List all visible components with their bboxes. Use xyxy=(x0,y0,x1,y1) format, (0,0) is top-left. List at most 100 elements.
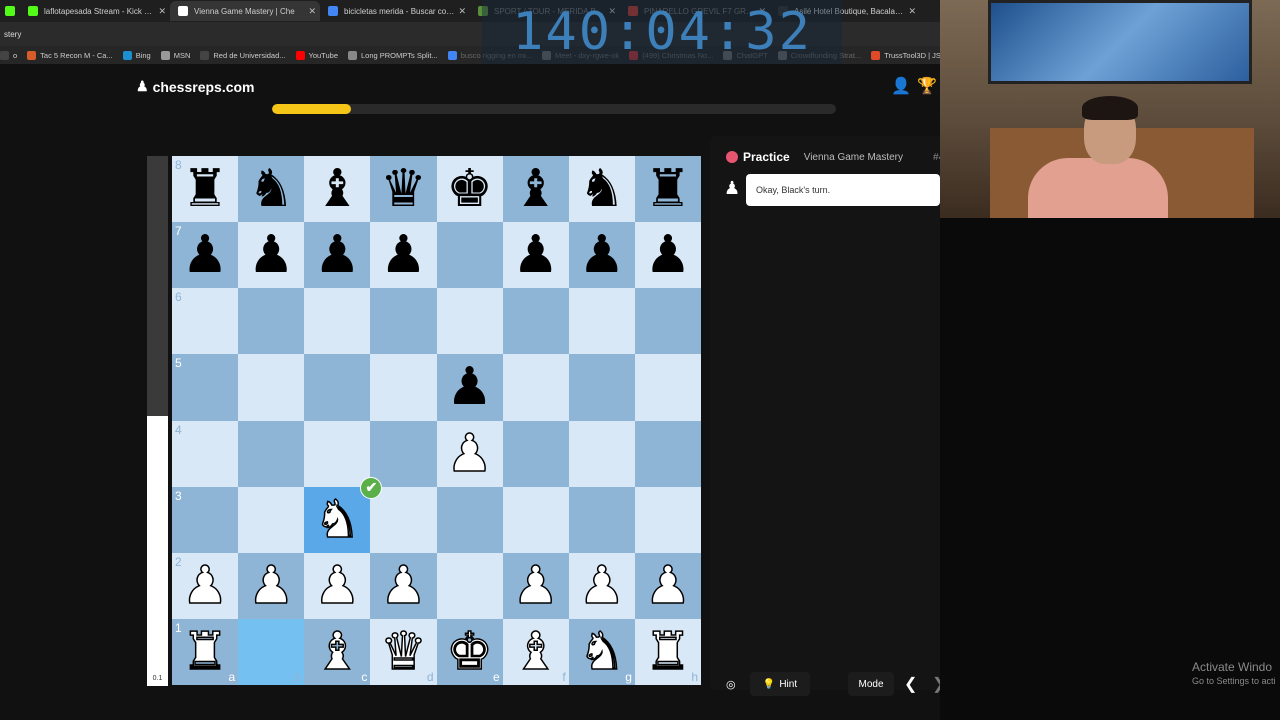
browser-tab[interactable]: laflotapesada Stream - Kick Dashb✕ xyxy=(20,1,170,21)
square-e6[interactable] xyxy=(436,288,503,355)
square-a8[interactable]: 8 ♜ xyxy=(172,156,239,223)
square-e8[interactable]: ♚ xyxy=(436,156,503,223)
previous-move-icon[interactable]: ❮ xyxy=(904,674,917,694)
black-pawn-icon[interactable]: ♟ xyxy=(645,229,692,281)
square-a4[interactable]: 4 xyxy=(172,420,239,487)
bookmark-item[interactable]: Bing xyxy=(122,50,151,60)
square-f7[interactable]: ♟ xyxy=(502,222,569,289)
square-c6[interactable] xyxy=(304,288,371,355)
square-g2[interactable]: ♟ xyxy=(568,552,635,619)
square-b1[interactable]: b xyxy=(238,618,305,685)
tab-close-icon[interactable]: ✕ xyxy=(908,6,916,17)
hint-button[interactable]: 💡 Hint xyxy=(750,672,810,696)
black-pawn-icon[interactable]: ♟ xyxy=(579,229,626,281)
square-h3[interactable] xyxy=(634,486,701,553)
black-bishop-icon[interactable]: ♝ xyxy=(512,163,559,215)
black-pawn-icon[interactable]: ♟ xyxy=(248,229,295,281)
black-king-icon[interactable]: ♚ xyxy=(446,163,493,215)
white-knight-icon[interactable]: ♞ xyxy=(578,625,626,679)
square-c5[interactable] xyxy=(304,354,371,421)
square-h6[interactable] xyxy=(634,288,701,355)
square-d5[interactable] xyxy=(370,354,437,421)
white-rook-icon[interactable]: ♜ xyxy=(181,625,229,679)
square-d6[interactable] xyxy=(370,288,437,355)
browser-tab[interactable]: bicicletas merida - Buscar con Go ✕ xyxy=(320,1,470,21)
bookmark-item[interactable]: o xyxy=(0,50,17,60)
white-rook-icon[interactable]: ♜ xyxy=(644,625,692,679)
white-pawn-icon[interactable]: ♟ xyxy=(379,559,427,613)
white-bishop-icon[interactable]: ♝ xyxy=(512,625,560,679)
white-king-icon[interactable]: ♚ xyxy=(446,625,494,679)
square-a3[interactable]: 3 xyxy=(172,486,239,553)
settings-icon[interactable]: ◎ xyxy=(726,678,736,691)
chessboard[interactable]: 8 ♜ ♞ ♝ ♛ ♚ ♝ ♞ ♜ 7 ♟ ♟ ♟ ♟ ♟ ♟ ♟ 6 5 ♟ 4 ♟ 3 ♞ ✔ 2 ♟ ♟ ♟ ♟ ♟ ♟ ♟ 1 a ♜ b c ♝ d… xyxy=(172,156,701,685)
square-g4[interactable] xyxy=(568,420,635,487)
square-h5[interactable] xyxy=(634,354,701,421)
square-h7[interactable]: ♟ xyxy=(634,222,701,289)
square-g6[interactable] xyxy=(568,288,635,355)
square-f4[interactable] xyxy=(502,420,569,487)
site-logo[interactable]: ♟ chessreps.com xyxy=(136,78,255,95)
bookmark-item[interactable]: Red de Universidad... xyxy=(200,50,286,60)
square-g7[interactable]: ♟ xyxy=(568,222,635,289)
square-a5[interactable]: 5 xyxy=(172,354,239,421)
square-b2[interactable]: ♟ xyxy=(238,552,305,619)
bookmark-item[interactable]: YouTube xyxy=(295,50,338,60)
bookmark-item[interactable]: MSN xyxy=(160,50,190,60)
black-pawn-icon[interactable]: ♟ xyxy=(182,229,229,281)
square-b8[interactable]: ♞ xyxy=(238,156,305,223)
square-d1[interactable]: d ♛ xyxy=(370,618,437,685)
square-g8[interactable]: ♞ xyxy=(568,156,635,223)
square-a7[interactable]: 7 ♟ xyxy=(172,222,239,289)
square-c3[interactable]: ♞ ✔ xyxy=(304,476,383,553)
white-pawn-icon[interactable]: ♟ xyxy=(247,559,295,613)
bookmark-item[interactable]: TrussTool3D | JS xyxy=(871,50,941,60)
square-d7[interactable]: ♟ xyxy=(370,222,437,289)
tab-close-icon[interactable]: ✕ xyxy=(458,6,466,17)
black-pawn-icon[interactable]: ♟ xyxy=(446,361,493,413)
white-pawn-icon[interactable]: ♟ xyxy=(446,427,494,481)
trophy-icon[interactable]: 🏆 xyxy=(917,76,937,96)
black-rook-icon[interactable]: ♜ xyxy=(645,163,692,215)
square-b5[interactable] xyxy=(238,354,305,421)
square-f2[interactable]: ♟ xyxy=(502,552,569,619)
square-d2[interactable]: ♟ xyxy=(370,552,437,619)
white-pawn-icon[interactable]: ♟ xyxy=(644,559,692,613)
square-b3[interactable] xyxy=(238,486,305,553)
black-pawn-icon[interactable]: ♟ xyxy=(380,229,427,281)
mode-button[interactable]: Mode xyxy=(848,672,894,696)
black-bishop-icon[interactable]: ♝ xyxy=(314,163,361,215)
black-queen-icon[interactable]: ♛ xyxy=(380,163,427,215)
square-c2[interactable]: ♟ xyxy=(304,552,371,619)
square-a1[interactable]: 1 a ♜ xyxy=(172,618,239,685)
square-h8[interactable]: ♜ xyxy=(634,156,701,223)
square-g1[interactable]: g ♞ xyxy=(568,618,635,685)
tab-close-icon[interactable]: ✕ xyxy=(308,6,316,17)
browser-tab[interactable]: Vienna Game Mastery | Che ✕ xyxy=(170,1,320,21)
white-pawn-icon[interactable]: ♟ xyxy=(578,559,626,613)
square-e4[interactable]: ♟ xyxy=(436,420,503,487)
black-pawn-icon[interactable]: ♟ xyxy=(314,229,361,281)
square-f1[interactable]: f ♝ xyxy=(502,618,569,685)
square-b6[interactable] xyxy=(238,288,305,355)
square-a6[interactable]: 6 xyxy=(172,288,239,355)
square-g3[interactable] xyxy=(568,486,635,553)
square-h1[interactable]: h ♜ xyxy=(634,618,701,685)
bookmark-item[interactable]: Tac 5 Recon M - Ca... xyxy=(27,50,113,60)
tab-close-icon[interactable]: ✕ xyxy=(158,6,166,17)
square-e5[interactable]: ♟ xyxy=(436,354,503,421)
square-e1[interactable]: e ♚ xyxy=(436,618,503,685)
square-d8[interactable]: ♛ xyxy=(370,156,437,223)
black-rook-icon[interactable]: ♜ xyxy=(182,163,229,215)
white-pawn-icon[interactable]: ♟ xyxy=(181,559,229,613)
user-icon[interactable]: 👤 xyxy=(891,76,911,96)
square-b7[interactable]: ♟ xyxy=(238,222,305,289)
white-pawn-icon[interactable]: ♟ xyxy=(313,559,361,613)
square-d3[interactable] xyxy=(370,486,437,553)
square-f3[interactable] xyxy=(502,486,569,553)
black-knight-icon[interactable]: ♞ xyxy=(579,163,626,215)
square-g5[interactable] xyxy=(568,354,635,421)
square-h4[interactable] xyxy=(634,420,701,487)
square-h2[interactable]: ♟ xyxy=(634,552,701,619)
square-f5[interactable] xyxy=(502,354,569,421)
